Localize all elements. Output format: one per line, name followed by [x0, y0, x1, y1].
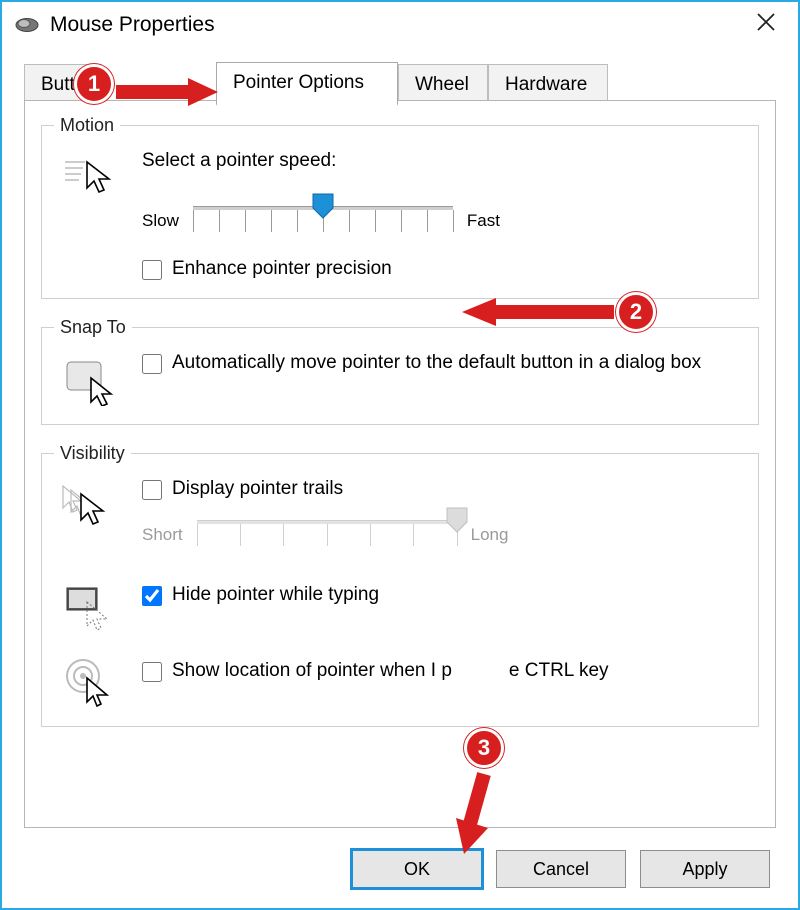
- annotation-badge-2: 2: [616, 292, 656, 332]
- enhance-pointer-precision-checkbox[interactable]: Enhance pointer precision: [142, 258, 746, 280]
- hide-while-typing-checkbox[interactable]: Hide pointer while typing: [142, 584, 746, 606]
- snap-to-input[interactable]: [142, 354, 162, 374]
- hide-while-typing-label: Hide pointer while typing: [172, 584, 379, 606]
- close-button[interactable]: [744, 11, 788, 39]
- annotation-arrow-2: [458, 294, 618, 335]
- cancel-button[interactable]: Cancel: [496, 850, 626, 888]
- display-trails-label: Display pointer trails: [172, 478, 343, 500]
- group-motion-legend: Motion: [54, 115, 120, 136]
- display-trails-input[interactable]: [142, 480, 162, 500]
- mouse-icon: [14, 16, 40, 34]
- group-motion: Motion Select a pointer speed: Slow: [41, 115, 759, 299]
- hide-while-typing-input[interactable]: [142, 586, 162, 606]
- tab-wheel[interactable]: Wheel: [398, 64, 488, 104]
- pointer-speed-thumb[interactable]: [311, 192, 335, 220]
- tab-panel-pointer-options: Motion Select a pointer speed: Slow: [24, 100, 776, 828]
- group-visibility-legend: Visibility: [54, 443, 131, 464]
- group-visibility: Visibility Display pointer trails: [41, 443, 759, 727]
- trails-short-label: Short: [142, 525, 183, 545]
- dialog-buttons: OK Cancel Apply: [352, 850, 770, 888]
- show-location-input[interactable]: [142, 662, 162, 682]
- annotation-arrow-1: [112, 74, 222, 115]
- mouse-properties-dialog: Mouse Properties Butto Pointer Options W…: [0, 0, 800, 910]
- show-location-label: Show location of pointer when I pxxxxxxe…: [172, 660, 609, 682]
- trails-thumb: [445, 506, 469, 534]
- titlebar: Mouse Properties: [2, 2, 798, 46]
- motion-icon: [54, 150, 124, 198]
- window-title: Mouse Properties: [50, 13, 215, 37]
- show-location-checkbox[interactable]: Show location of pointer when I pxxxxxxe…: [142, 660, 746, 682]
- slow-label: Slow: [142, 211, 179, 231]
- group-snapto-legend: Snap To: [54, 317, 132, 338]
- trails-length-slider: [197, 510, 457, 560]
- apply-button[interactable]: Apply: [640, 850, 770, 888]
- trails-long-label: Long: [471, 525, 509, 545]
- annotation-arrow-3: [450, 768, 510, 863]
- tab-pointer-options[interactable]: Pointer Options: [216, 62, 398, 106]
- display-trails-checkbox[interactable]: Display pointer trails: [142, 478, 746, 500]
- trails-icon: [54, 478, 124, 532]
- show-location-icon: [54, 650, 124, 708]
- snap-to-checkbox[interactable]: Automatically move pointer to the defaul…: [142, 352, 746, 374]
- group-snap-to: Snap To Automatically move pointer to th…: [41, 317, 759, 425]
- hide-typing-icon: [54, 578, 124, 632]
- annotation-badge-1: 1: [74, 64, 114, 104]
- pointer-speed-slider[interactable]: [193, 196, 453, 246]
- enhance-pointer-precision-input[interactable]: [142, 260, 162, 280]
- snap-to-label: Automatically move pointer to the defaul…: [172, 352, 701, 374]
- annotation-badge-3: 3: [464, 728, 504, 768]
- enhance-label: Enhance pointer precision: [172, 258, 392, 280]
- tab-hardware[interactable]: Hardware: [488, 64, 608, 104]
- pointer-speed-label: Select a pointer speed:: [142, 150, 746, 172]
- fast-label: Fast: [467, 211, 500, 231]
- snap-to-icon: [54, 352, 124, 406]
